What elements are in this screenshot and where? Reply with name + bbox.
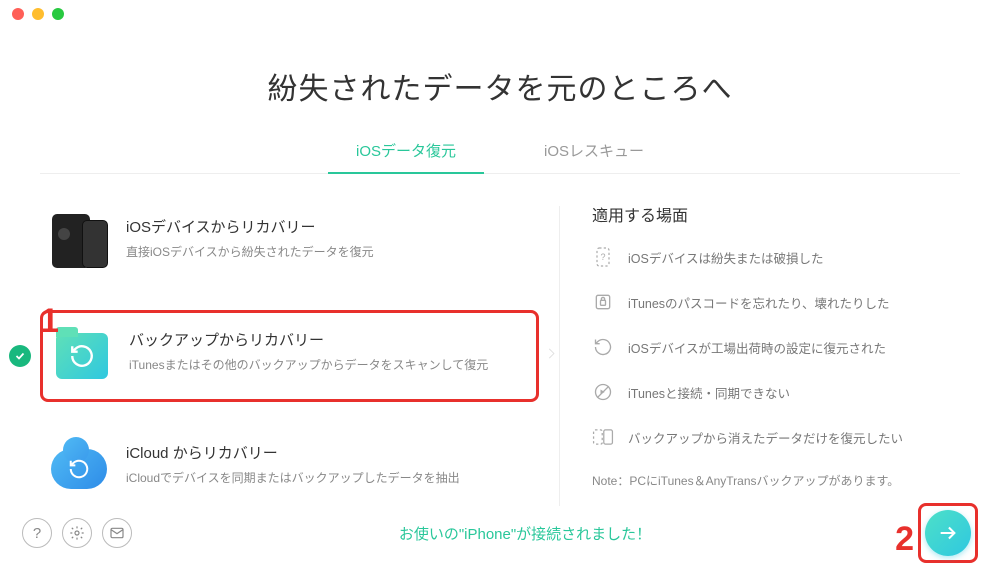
page-title: 紛失されたデータを元のところへ xyxy=(0,64,1000,108)
option-desc: 直接iOSデバイスから紛失されたデータを復元 xyxy=(126,243,529,261)
tab-ios-rescue[interactable]: iOSレスキュー xyxy=(540,132,648,173)
option-desc: iCloudでデバイスを同期またはバックアップしたデータを抽出 xyxy=(126,469,529,487)
mail-icon xyxy=(109,525,125,541)
annotation-step-1: 1 xyxy=(40,302,59,341)
footer-bar: ? お使いの"iPhone"が接続されました！ xyxy=(0,503,1000,563)
option-desc: iTunesまたはその他のバックアップからデータをスキャンして復元 xyxy=(129,356,526,374)
scenario-text: バックアップから消えたデータだけを復元したい xyxy=(628,428,903,447)
scenario-item: iOSデバイスが工場出荷時の設定に復元された xyxy=(592,336,960,358)
next-button[interactable] xyxy=(925,510,971,556)
option-title: バックアップからリカバリー xyxy=(129,329,526,350)
selected-check-icon xyxy=(9,345,31,367)
recovery-options-column: iOSデバイスからリカバリー 直接iOSデバイスから紛失されたデータを復元 バッ… xyxy=(40,202,559,510)
scenario-item: バックアップから消えたデータだけを復元したい xyxy=(592,426,960,448)
maximize-window-button[interactable] xyxy=(52,8,64,20)
scenarios-note: Note：PCにiTunes＆AnyTransバックアップがあります。 xyxy=(592,472,960,489)
connection-status: お使いの"iPhone"が接続されました！ xyxy=(132,523,918,544)
option-title: iOSデバイスからリカバリー xyxy=(126,216,529,237)
device-icon xyxy=(50,214,108,272)
option-recover-from-device[interactable]: iOSデバイスからリカバリー 直接iOSデバイスから紛失されたデータを復元 xyxy=(40,202,539,284)
option-recover-from-icloud[interactable]: iCloud からリカバリー iCloudでデバイスを同期またはバックアップした… xyxy=(40,428,539,510)
minimize-window-button[interactable] xyxy=(32,8,44,20)
close-window-button[interactable] xyxy=(12,8,24,20)
scenario-text: iTunesのパスコードを忘れたり、壊れたりした xyxy=(628,293,890,312)
no-sync-icon xyxy=(592,381,614,403)
chevron-right-icon xyxy=(544,342,558,371)
svg-text:?: ? xyxy=(600,252,605,262)
gear-icon xyxy=(69,525,85,541)
device-missing-icon: ? xyxy=(592,246,614,268)
annotation-step-2-box xyxy=(918,503,978,563)
partial-backup-icon xyxy=(592,426,614,448)
scenario-item: iTunesと接続・同期できない xyxy=(592,381,960,403)
main-content: iOSデバイスからリカバリー 直接iOSデバイスから紛失されたデータを復元 バッ… xyxy=(40,202,960,510)
scenario-item: iTunesのパスコードを忘れたり、壊れたりした xyxy=(592,291,960,313)
scenarios-column: 適用する場面 ? iOSデバイスは紛失または破損した iTunesのパスコードを… xyxy=(560,202,960,510)
lock-icon xyxy=(592,291,614,313)
option-title: iCloud からリカバリー xyxy=(126,442,529,463)
scenario-text: iOSデバイスが工場出荷時の設定に復元された xyxy=(628,338,886,357)
icloud-icon xyxy=(50,440,108,498)
scenario-text: iOSデバイスは紛失または破損した xyxy=(628,248,823,267)
tab-ios-data-recovery[interactable]: iOSデータ復元 xyxy=(352,132,460,173)
scenario-item: ? iOSデバイスは紛失または破損した xyxy=(592,246,960,268)
help-button[interactable]: ? xyxy=(22,518,52,548)
tab-bar: iOSデータ復元 iOSレスキュー xyxy=(40,132,960,174)
backup-folder-icon xyxy=(53,327,111,385)
restore-icon xyxy=(592,336,614,358)
mail-button[interactable] xyxy=(102,518,132,548)
scenario-text: iTunesと接続・同期できない xyxy=(628,383,790,402)
option-recover-from-backup[interactable]: バックアップからリカバリー iTunesまたはその他のバックアップからデータをス… xyxy=(40,310,539,402)
settings-button[interactable] xyxy=(62,518,92,548)
arrow-right-icon xyxy=(937,522,959,544)
scenarios-heading: 適用する場面 xyxy=(592,202,960,226)
window-titlebar xyxy=(0,0,1000,28)
